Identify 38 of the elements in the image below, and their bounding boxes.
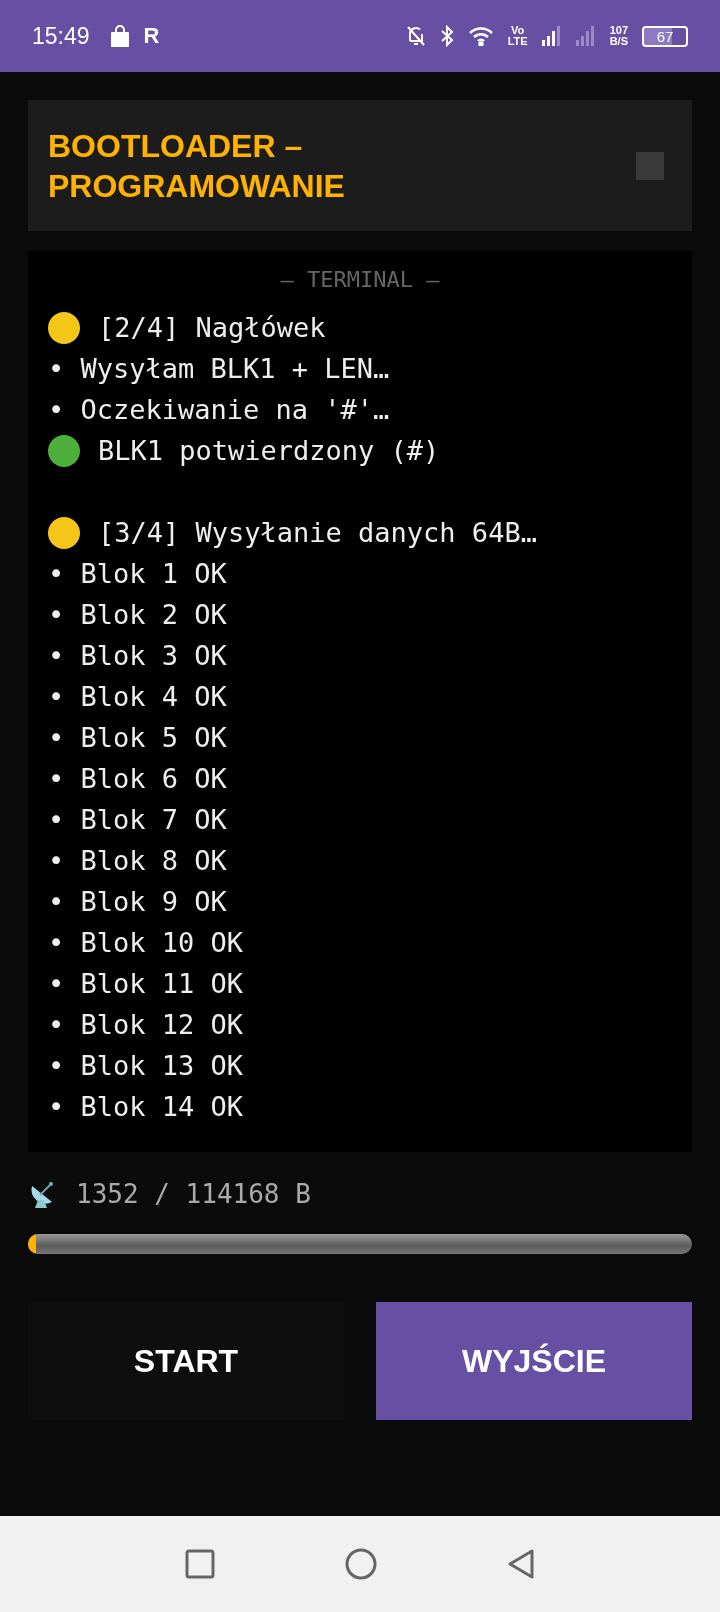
log-line: • Blok 11 OK [48, 968, 244, 999]
home-icon[interactable] [345, 1548, 377, 1580]
notifications-off-icon [405, 25, 426, 47]
clock: 15:49 [32, 22, 90, 50]
wifi-icon [467, 26, 494, 46]
log-line: • Oczekiwanie na '#'… [48, 394, 390, 425]
log-line: • Blok 14 OK [48, 1091, 244, 1122]
page-title: BOOTLOADER – PROGRAMOWANIE [48, 126, 346, 206]
app-letter: R [143, 23, 160, 49]
exit-button[interactable]: WYJŚCIE [376, 1302, 692, 1420]
log-line: BLK1 potwierdzony (#) [98, 435, 440, 466]
log-line: • Blok 7 OK [48, 804, 227, 835]
log-line: • Blok 12 OK [48, 1009, 244, 1040]
log-line: • Blok 6 OK [48, 763, 227, 794]
network-speed: 107 B/S [609, 25, 628, 47]
terminal-title: — TERMINAL — [280, 266, 440, 294]
log-line: • Blok 3 OK [48, 640, 227, 671]
signal-icon [541, 26, 562, 46]
battery-level: 67 [642, 25, 688, 47]
log-line: • Blok 10 OK [48, 927, 244, 958]
log-line: • Blok 9 OK [48, 886, 227, 917]
log-line: • Blok 5 OK [48, 722, 227, 753]
log-line: • Blok 4 OK [48, 681, 227, 712]
volte-label: Vo LTE [507, 25, 528, 47]
shopping-bag-icon [109, 25, 130, 47]
log-line: [2/4] Nagłówek [98, 312, 326, 343]
log-line: • Blok 2 OK [48, 599, 227, 630]
log-line: • Blok 13 OK [48, 1050, 244, 1081]
signal-icon [575, 26, 596, 46]
log-line: • Blok 8 OK [48, 845, 227, 876]
log-line: [3/4] Wysyłanie danych 64B… [98, 517, 537, 548]
recents-icon[interactable] [185, 1549, 215, 1579]
log-line: • Wysyłam BLK1 + LEN… [48, 353, 390, 384]
back-icon[interactable] [507, 1548, 535, 1580]
square-indicator [636, 151, 664, 180]
log-line: • Blok 1 OK [48, 558, 227, 589]
bytes-counter: 1352 / 114168 B [76, 1179, 311, 1209]
bluetooth-icon [439, 25, 454, 47]
